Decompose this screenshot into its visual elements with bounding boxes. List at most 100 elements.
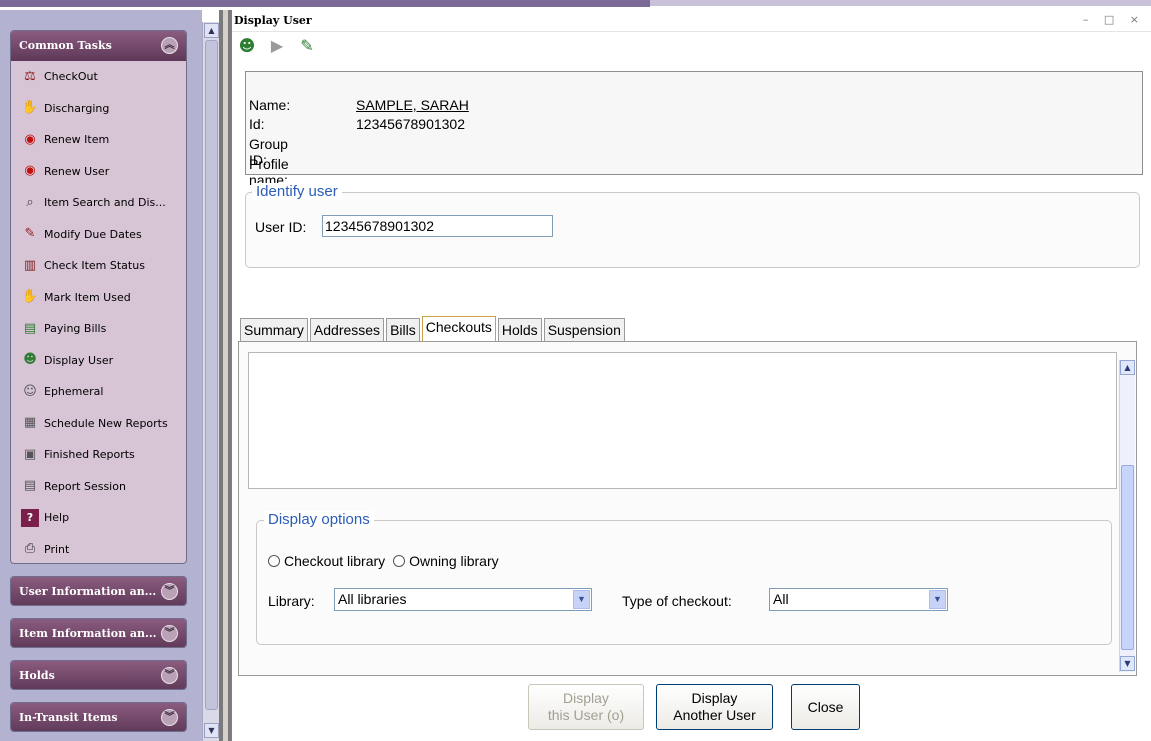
item-information-header[interactable]: Item Information an... ︾	[11, 619, 186, 647]
type-selected-value: All	[773, 591, 789, 607]
close-button[interactable]: Close	[791, 684, 860, 730]
display-this-user-button-text: Display this User (o)	[548, 690, 624, 724]
common-tasks-title: Common Tasks	[19, 39, 112, 52]
sidebar-item-label: Renew Item	[44, 133, 110, 147]
sidebar-scroll-thumb[interactable]	[205, 40, 218, 710]
in-transit-header[interactable]: In-Transit Items ︾	[11, 703, 186, 731]
user-information-header[interactable]: User Information an... ︾	[11, 577, 186, 605]
library-select[interactable]: All libraries ▼	[334, 588, 592, 611]
display-user-icon: ☻	[23, 352, 37, 368]
top-band	[0, 0, 650, 7]
sidebar-item-report-session[interactable]: ▤ Report Session	[11, 471, 186, 503]
task-sidebar: Common Tasks ︽ ⚖ CheckOut ✋ Discharging ◉ R…	[0, 10, 202, 741]
expand-chevron-icon[interactable]: ︾	[161, 709, 178, 726]
sidebar-item-mark-item-used[interactable]: ✋ Mark Item Used	[11, 282, 186, 314]
radio-circle-icon[interactable]	[393, 555, 406, 567]
sidebar-item-label: Check Item Status	[44, 259, 145, 273]
sidebar-item-label: Paying Bills	[44, 322, 107, 336]
panel-scrollbar[interactable]: ▲ ▼	[1119, 360, 1135, 672]
tab-summary[interactable]: Summary	[240, 318, 308, 341]
item-information-group[interactable]: Item Information an... ︾	[10, 618, 187, 648]
checkouts-panel: Display options Checkout library Owning …	[238, 341, 1137, 676]
tab-checkouts[interactable]: Checkouts	[421, 316, 496, 342]
schedule-reports-icon: ▦	[23, 415, 37, 431]
identify-user-legend: Identify user	[252, 183, 342, 200]
sidebar-item-discharging[interactable]: ✋ Discharging	[11, 93, 186, 125]
sidebar-item-label: Report Session	[44, 479, 126, 493]
sidebar-item-modify-due-dates[interactable]: ✎ Modify Due Dates	[11, 219, 186, 251]
window-title: Display User	[234, 14, 312, 27]
print-icon: ⎙	[24, 541, 36, 557]
sidebar-item-label: Help	[44, 511, 70, 525]
in-transit-group[interactable]: In-Transit Items ︾	[10, 702, 187, 732]
sidebar-item-help[interactable]: ? Help	[11, 502, 186, 534]
dropdown-arrow-icon[interactable]: ▼	[573, 590, 590, 609]
user-id-input[interactable]	[322, 215, 553, 237]
user-copy-icon[interactable]: ▶	[267, 36, 287, 56]
common-tasks-group: Common Tasks ︽ ⚖ CheckOut ✋ Discharging ◉ R…	[10, 30, 187, 564]
expand-chevron-icon[interactable]: ︾	[161, 583, 178, 600]
sidebar-item-checkout[interactable]: ⚖ CheckOut	[11, 61, 186, 93]
sidebar-item-schedule-reports[interactable]: ▦ Schedule New Reports	[11, 408, 186, 440]
scroll-up-arrow-icon[interactable]: ▲	[1120, 360, 1135, 375]
display-another-user-button[interactable]: Display Another User	[656, 684, 773, 730]
library-label: Library:	[268, 593, 315, 609]
group-title: Holds	[19, 669, 55, 682]
sidebar-scrollbar[interactable]: ▲ ▼	[202, 22, 219, 741]
sidebar-item-ephemeral[interactable]: ☺ Ephemeral	[11, 376, 186, 408]
help-icon: ?	[21, 508, 39, 527]
sidebar-item-item-search[interactable]: ⌕ Item Search and Dis...	[11, 187, 186, 219]
top-strip	[0, 0, 1151, 10]
checkout-library-radio[interactable]: Checkout library	[268, 553, 385, 569]
owning-library-radio[interactable]: Owning library	[393, 553, 499, 569]
checkouts-list[interactable]	[248, 352, 1117, 489]
type-of-checkout-select[interactable]: All ▼	[769, 588, 948, 611]
collapse-chevron-icon[interactable]: ︽	[161, 37, 178, 54]
display-user-window: Display User – □ × ☻ ▶ ✎ Name: SAMPLE, S…	[231, 10, 1151, 741]
scroll-down-arrow-icon[interactable]: ▼	[1120, 656, 1135, 671]
common-tasks-header[interactable]: Common Tasks ︽	[11, 31, 186, 61]
button-line: Display	[691, 690, 738, 706]
holds-group[interactable]: Holds ︾	[10, 660, 187, 690]
sidebar-item-finished-reports[interactable]: ▣ Finished Reports	[11, 439, 186, 471]
splitter-grip[interactable]	[223, 10, 228, 741]
holds-header[interactable]: Holds ︾	[11, 661, 186, 689]
sidebar-item-renew-user[interactable]: ◉ Renew User	[11, 156, 186, 188]
tab-suspension[interactable]: Suspension	[543, 318, 625, 341]
tab-holds[interactable]: Holds	[497, 318, 542, 341]
display-this-user-button[interactable]: Display this User (o)	[528, 684, 644, 730]
radio-circle-icon[interactable]	[268, 555, 280, 567]
button-line: Display	[563, 690, 609, 706]
sidebar-item-print[interactable]: ⎙ Print	[11, 534, 186, 564]
tab-bills[interactable]: Bills	[386, 318, 420, 341]
sidebar-item-label: Print	[44, 542, 70, 556]
user-search-icon[interactable]: ☻	[237, 36, 257, 56]
renew-user-icon: ◉	[24, 163, 36, 179]
expand-chevron-icon[interactable]: ︾	[161, 667, 178, 684]
window-titlebar: Display User – □ ×	[232, 10, 1151, 32]
type-of-checkout-label: Type of checkout:	[622, 593, 732, 609]
display-options-group: Display options Checkout library Owning …	[256, 511, 1112, 645]
panel-scroll-thumb[interactable]	[1121, 465, 1134, 650]
scroll-down-arrow-icon[interactable]: ▼	[204, 723, 219, 738]
toolbar: ☻ ▶ ✎	[237, 36, 317, 58]
checkout-icon: ⚖	[24, 68, 36, 84]
group-title: Item Information an...	[19, 627, 157, 640]
sidebar-item-renew-item[interactable]: ◉ Renew Item	[11, 124, 186, 156]
dropdown-arrow-icon[interactable]: ▼	[929, 590, 946, 609]
user-edit-icon[interactable]: ✎	[297, 36, 317, 56]
expand-chevron-icon[interactable]: ︾	[161, 625, 178, 642]
tab-addresses[interactable]: Addresses	[309, 318, 385, 341]
id-label: Id:	[249, 116, 265, 132]
name-value[interactable]: SAMPLE, SARAH	[356, 97, 469, 113]
sidebar-item-display-user[interactable]: ☻ Display User	[11, 345, 186, 377]
sidebar-item-label: Mark Item Used	[44, 290, 131, 304]
user-information-group[interactable]: User Information an... ︾	[10, 576, 187, 606]
user-id-label: User ID:	[255, 219, 307, 235]
scroll-up-arrow-icon[interactable]: ▲	[204, 23, 219, 38]
window-controls[interactable]: – □ ×	[1083, 13, 1145, 26]
pane-splitter[interactable]	[219, 10, 231, 741]
sidebar-item-paying-bills[interactable]: ▤ Paying Bills	[11, 313, 186, 345]
sidebar-item-label: Display User	[44, 353, 114, 367]
sidebar-item-check-item-status[interactable]: ▥ Check Item Status	[11, 250, 186, 282]
